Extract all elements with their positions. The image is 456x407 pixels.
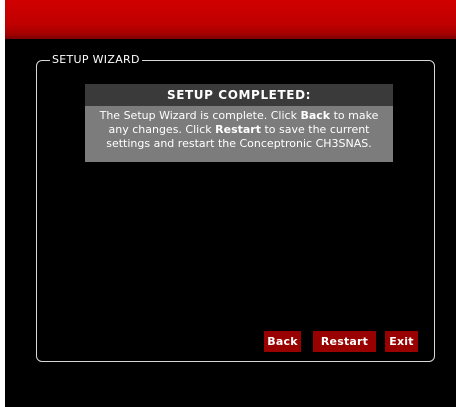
- exit-button[interactable]: Exit: [385, 331, 418, 352]
- message-back-keyword: Back: [300, 109, 331, 122]
- message-line-1-suffix: to make: [330, 109, 379, 122]
- message-line-1-text: The Setup Wizard is complete. Click: [99, 109, 301, 122]
- message-line-2-text: any changes. Click: [108, 123, 216, 136]
- message-restart-keyword: Restart: [215, 123, 261, 136]
- message-line-2: any changes. Click Restart to save the c…: [93, 123, 385, 137]
- setup-completed-message: The Setup Wizard is complete. Click Back…: [85, 106, 393, 151]
- setup-completed-title: SETUP COMPLETED:: [85, 84, 393, 106]
- back-button[interactable]: Back: [264, 331, 301, 352]
- header-banner: [5, 0, 456, 39]
- setup-wizard-legend: SETUP WIZARD: [50, 53, 142, 67]
- restart-button[interactable]: Restart: [313, 331, 376, 352]
- message-line-3: settings and restart the Conceptronic CH…: [106, 137, 372, 150]
- message-line-2-suffix: to save the current: [260, 123, 370, 136]
- setup-completed-panel: SETUP COMPLETED: The Setup Wizard is com…: [85, 84, 393, 162]
- app-frame: SETUP WIZARD SETUP COMPLETED: The Setup …: [5, 0, 456, 407]
- message-line-1: The Setup Wizard is complete. Click Back…: [93, 109, 385, 123]
- setup-wizard-group: SETUP WIZARD SETUP COMPLETED: The Setup …: [36, 53, 435, 362]
